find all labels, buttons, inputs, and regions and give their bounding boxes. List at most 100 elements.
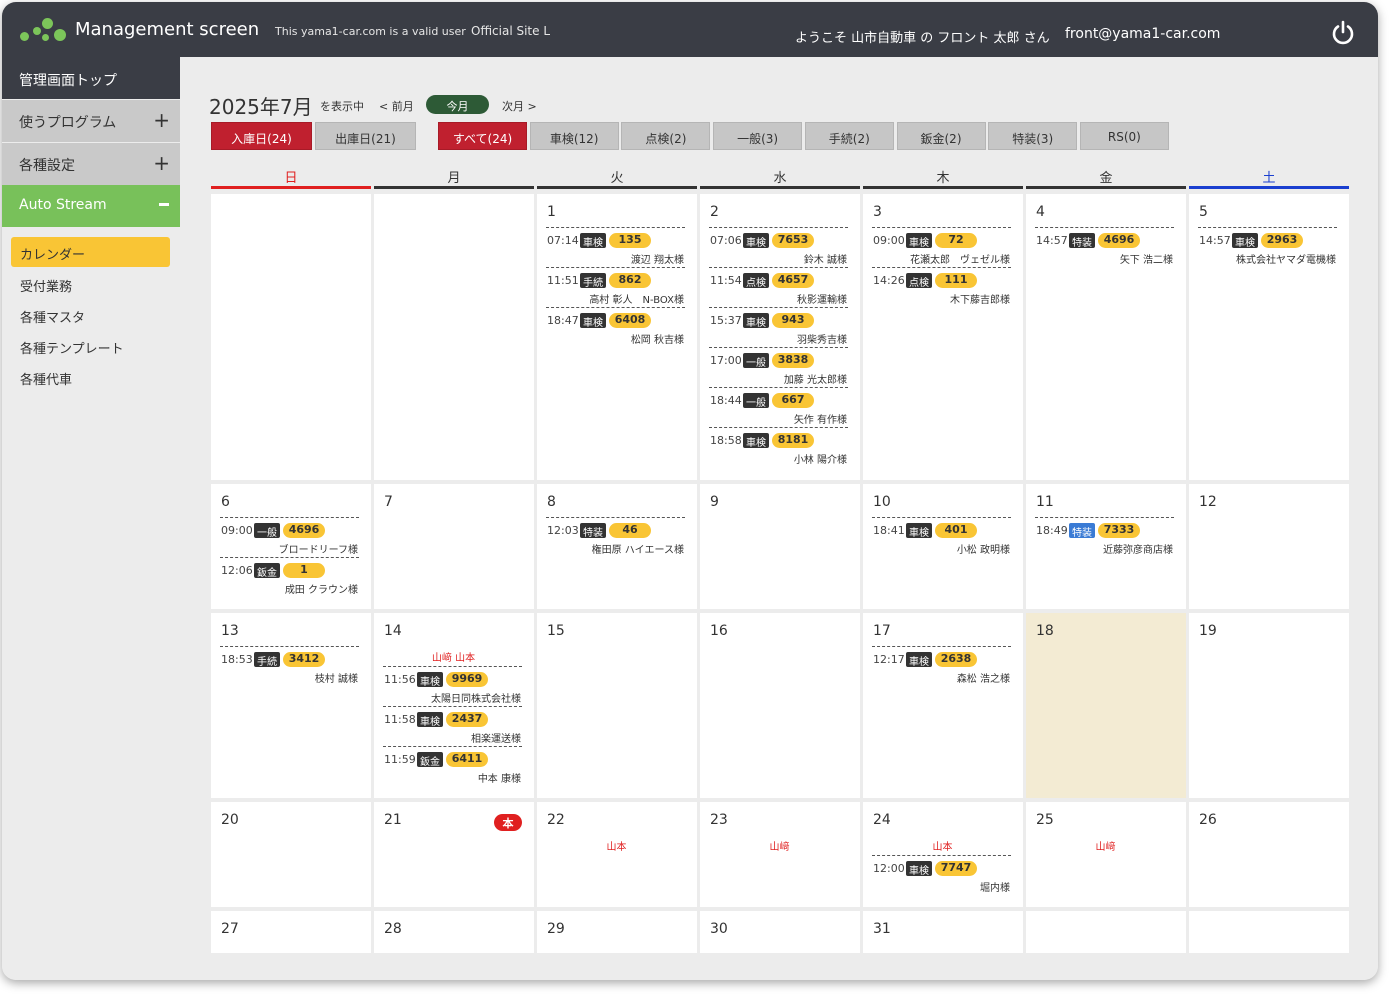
calendar-day-cell[interactable]: 17 12:17 車検 2638 森松 浩之様	[863, 613, 1023, 798]
filter-date-1[interactable]: 出庫日(21)	[315, 122, 416, 150]
calendar-day-cell[interactable]: 15	[537, 613, 697, 798]
calendar-day-cell[interactable]: 8 12:03 特装 46 権田原 ハイエース様	[537, 484, 697, 609]
day-number: 5	[1199, 204, 1208, 220]
calendar-day-cell[interactable]: 2 07:06 車検 7653 鈴木 誠様 11:54 点検 4657 秋影運輸様 15:37 車検…	[700, 194, 860, 480]
calendar-day-cell[interactable]: 30	[700, 911, 860, 953]
day-number: 8	[547, 494, 556, 510]
reservation-entry[interactable]: 14:57 特装 4696 矢下 浩二様	[1035, 227, 1174, 267]
entry-customer: 堀内様	[980, 883, 1010, 894]
reservation-entry[interactable]: 18:49 特装 7333 近藤弥彦商店様	[1035, 517, 1174, 557]
sidebar-sub-calendar[interactable]: カレンダー	[11, 237, 170, 267]
calendar-day-cell[interactable]: 23 山﨑	[700, 802, 860, 907]
reservation-entry[interactable]: 18:58 車検 8181 小林 陽介様	[709, 427, 848, 467]
calendar-day-cell[interactable]: 3 09:00 車検 72 花瀬太郎 ヴェゼル様 14:26 点検 111 木下藤吉郎様	[863, 194, 1023, 480]
reservation-entry[interactable]: 11:51 手続 862 高村 彰人 N-BOX様	[546, 267, 685, 307]
calendar-day-cell	[1026, 911, 1186, 953]
reservation-entry[interactable]: 18:53 手続 3412 枝村 誠様	[220, 646, 359, 686]
calendar-day-cell[interactable]: 16	[700, 613, 860, 798]
reservation-entry[interactable]: 12:00 車検 7747 堀内様	[872, 855, 1011, 895]
calendar-day-cell[interactable]: 1 07:14 車検 135 渡辺 翔太様 11:51 手続 862 高村 彰人 N-BOX様 1…	[537, 194, 697, 480]
sidebar-item-label: 各種設定	[19, 158, 75, 174]
calendar-day-cell[interactable]: 14 山﨑 山本 11:56 車検 9969 太陽日同株式会社様 11:58 車検 2437 相楽…	[374, 613, 534, 798]
calendar-day-cell[interactable]: 4 14:57 特装 4696 矢下 浩二様	[1026, 194, 1186, 480]
sidebar-item-auto-stream[interactable]: Auto Stream	[2, 185, 180, 227]
prev-month-link[interactable]: < 前月	[379, 98, 414, 114]
this-month-button[interactable]: 今月	[426, 95, 489, 114]
minus-icon[interactable]	[159, 203, 169, 206]
power-icon[interactable]	[1330, 20, 1356, 46]
entry-type-badge: 一般	[743, 393, 769, 409]
reservation-entry[interactable]: 12:06 鈑金 1 成田 クラウン様	[220, 557, 359, 597]
next-month-link[interactable]: 次月 >	[502, 98, 537, 114]
filter-type-4[interactable]: 手続(2)	[804, 122, 894, 150]
calendar-day-cell[interactable]: 9	[700, 484, 860, 609]
sidebar-sub-master[interactable]: 各種マスタ	[20, 307, 85, 326]
calendar-day-cell[interactable]: 29	[537, 911, 697, 953]
reservation-entry[interactable]: 18:41 車検 401 小松 政明様	[872, 517, 1011, 557]
calendar-day-cell[interactable]: 27	[211, 911, 371, 953]
reservation-entry[interactable]: 11:54 点検 4657 秋影運輸様	[709, 267, 848, 307]
filter-type-6[interactable]: 特装(3)	[988, 122, 1078, 150]
filter-type-0[interactable]: すべて(24)	[438, 122, 527, 150]
reservation-entry[interactable]: 14:26 点検 111 木下藤吉郎様	[872, 267, 1011, 307]
calendar-day-cell[interactable]: 21 本	[374, 802, 534, 907]
calendar-day-cell[interactable]: 12	[1189, 484, 1349, 609]
filter-type-3[interactable]: 一般(3)	[713, 122, 803, 150]
calendar-day-cell[interactable]: 28	[374, 911, 534, 953]
plus-icon[interactable]: +	[153, 108, 170, 132]
official-site-link[interactable]: Official Site L	[471, 24, 550, 38]
calendar-day-cell[interactable]: 25 山﨑	[1026, 802, 1186, 907]
calendar-day-cell[interactable]: 26	[1189, 802, 1349, 907]
day-number: 10	[873, 494, 891, 510]
sidebar-sub-reception[interactable]: 受付業務	[20, 276, 72, 295]
calendar-day-cell[interactable]: 13 18:53 手続 3412 枝村 誠様	[211, 613, 371, 798]
app-window: Management screen This yama1-car.com is …	[2, 2, 1378, 980]
sidebar-item-settings[interactable]: 各種設定 +	[2, 143, 180, 185]
reservation-entry[interactable]: 18:44 一般 667 矢作 有作様	[709, 387, 848, 427]
reservation-entry[interactable]: 12:17 車検 2638 森松 浩之様	[872, 646, 1011, 686]
reservation-entry[interactable]: 07:06 車検 7653 鈴木 誠様	[709, 227, 848, 267]
day-number: 12	[1199, 494, 1217, 510]
logo-icon[interactable]	[20, 18, 68, 46]
reservation-entry[interactable]: 09:00 一般 4696 ブロードリーフ様	[220, 517, 359, 557]
calendar-day-cell[interactable]: 19	[1189, 613, 1349, 798]
calendar-day-cell[interactable]: 22 山本	[537, 802, 697, 907]
calendar-day-cell[interactable]: 6 09:00 一般 4696 ブロードリーフ様 12:06 鈑金 1 成田 クラウン様	[211, 484, 371, 609]
entry-customer: 成田 クラウン様	[284, 585, 358, 596]
calendar-day-cell[interactable]: 31	[863, 911, 1023, 953]
reservation-entry[interactable]: 12:03 特装 46 権田原 ハイエース様	[546, 517, 685, 557]
day-number: 3	[873, 204, 882, 220]
reservation-entry[interactable]: 11:58 車検 2437 相楽運送様	[383, 706, 522, 746]
filter-date-0[interactable]: 入庫日(24)	[211, 122, 312, 150]
sidebar-sub-loaner[interactable]: 各種代車	[20, 369, 72, 388]
sidebar-item-admin-top[interactable]: 管理画面トップ	[2, 57, 180, 99]
filter-type-5[interactable]: 鈑金(2)	[896, 122, 986, 150]
entry-number-badge: 4657	[772, 273, 814, 288]
calendar-day-cell[interactable]: 5 14:57 車検 2963 株式会社ヤマダ電機様	[1189, 194, 1349, 480]
entry-time: 11:54	[710, 274, 742, 287]
calendar-day-cell[interactable]: 20	[211, 802, 371, 907]
calendar-day-cell[interactable]: 10 18:41 車検 401 小松 政明様	[863, 484, 1023, 609]
calendar-day-cell[interactable]: 7	[374, 484, 534, 609]
reservation-entry[interactable]: 15:37 車検 943 羽柴秀吉様	[709, 307, 848, 347]
reservation-entry[interactable]: 11:56 車検 9969 太陽日同株式会社様	[383, 666, 522, 706]
calendar-day-cell	[374, 194, 534, 480]
entry-type-badge: 特装	[580, 523, 606, 539]
showing-label: を表示中	[320, 100, 364, 113]
filter-type-7[interactable]: RS(0)	[1079, 122, 1169, 150]
filter-type-1[interactable]: 車検(12)	[529, 122, 619, 150]
reservation-entry[interactable]: 09:00 車検 72 花瀬太郎 ヴェゼル様	[872, 227, 1011, 267]
reservation-entry[interactable]: 14:57 車検 2963 株式会社ヤマダ電機様	[1198, 227, 1337, 267]
calendar-day-cell[interactable]: 18	[1026, 613, 1186, 798]
calendar-day-cell[interactable]: 11 18:49 特装 7333 近藤弥彦商店様	[1026, 484, 1186, 609]
sidebar-sub-templates[interactable]: 各種テンプレート	[20, 338, 124, 357]
reservation-entry[interactable]: 18:47 車検 6408 松岡 秋吉様	[546, 307, 685, 347]
reservation-entry[interactable]: 07:14 車検 135 渡辺 翔太様	[546, 227, 685, 267]
day-number: 30	[710, 921, 728, 937]
filter-type-2[interactable]: 点検(2)	[621, 122, 711, 150]
reservation-entry[interactable]: 17:00 一般 3838 加藤 光太郎様	[709, 347, 848, 387]
sidebar-item-programs[interactable]: 使うプログラム +	[2, 100, 180, 142]
reservation-entry[interactable]: 11:59 鈑金 6411 中本 康様	[383, 746, 522, 786]
plus-icon[interactable]: +	[153, 151, 170, 175]
calendar-day-cell[interactable]: 24 山本 12:00 車検 7747 堀内様	[863, 802, 1023, 907]
